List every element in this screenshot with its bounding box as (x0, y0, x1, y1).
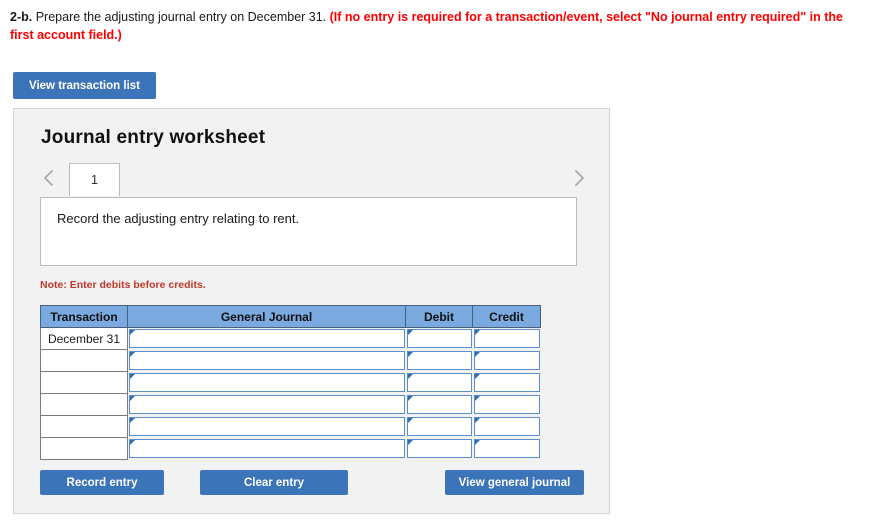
table-row: December 31 (40, 327, 541, 350)
debit-input-row-1[interactable] (405, 327, 473, 350)
worksheet-tab-1[interactable]: 1 (69, 163, 120, 196)
worksheet-tab-strip: 1 (14, 157, 611, 197)
transaction-date-cell (40, 371, 128, 394)
account-dropdown-2[interactable] (129, 351, 405, 370)
credit-input-row-6[interactable] (472, 437, 541, 460)
chevron-right-icon[interactable] (570, 167, 588, 189)
instruction-text: Record the adjusting entry relating to r… (57, 211, 300, 226)
debit-field-6[interactable] (406, 439, 472, 458)
general-journal-account-select-row-3[interactable] (127, 371, 406, 394)
column-header-credit: Credit (472, 305, 541, 328)
debit-field-5[interactable] (406, 417, 472, 436)
view-transaction-list-button[interactable]: View transaction list (13, 72, 156, 99)
debit-input-row-3[interactable] (405, 371, 473, 394)
credit-field-2[interactable] (473, 351, 540, 370)
account-dropdown-5[interactable] (129, 417, 405, 436)
debit-field-2[interactable] (406, 351, 472, 370)
table-row (40, 349, 541, 372)
question-text: Prepare the adjusting journal entry on D… (32, 10, 330, 24)
debits-before-credits-note: Note: Enter debits before credits. (40, 279, 206, 291)
credit-field-3[interactable] (473, 373, 540, 392)
credit-field-6[interactable] (473, 439, 540, 458)
question-statement: 2-b. Prepare the adjusting journal entry… (10, 8, 860, 44)
credit-field-5[interactable] (473, 417, 540, 436)
credit-input-row-5[interactable] (472, 415, 541, 438)
credit-input-row-3[interactable] (472, 371, 541, 394)
chevron-left-icon[interactable] (40, 167, 58, 189)
debit-input-row-4[interactable] (405, 393, 473, 416)
credit-field-4[interactable] (473, 395, 540, 414)
credit-input-row-4[interactable] (472, 393, 541, 416)
debit-input-row-6[interactable] (405, 437, 473, 460)
credit-input-row-1[interactable] (472, 327, 541, 350)
transaction-date-cell (40, 437, 128, 460)
table-header-row: Transaction General Journal Debit Credit (40, 305, 541, 328)
view-general-journal-button[interactable]: View general journal (445, 470, 584, 495)
transaction-date-cell (40, 415, 128, 438)
clear-entry-button[interactable]: Clear entry (200, 470, 348, 495)
general-journal-account-select-row-4[interactable] (127, 393, 406, 416)
table-row (40, 415, 541, 438)
debit-field-4[interactable] (406, 395, 472, 414)
debit-input-row-5[interactable] (405, 415, 473, 438)
table-row (40, 371, 541, 394)
journal-entry-worksheet-panel: Journal entry worksheet 1 Record the adj… (13, 108, 610, 514)
credit-input-row-2[interactable] (472, 349, 541, 372)
general-journal-account-select-row-6[interactable] (127, 437, 406, 460)
account-dropdown-1[interactable] (129, 329, 405, 349)
debit-input-row-2[interactable] (405, 349, 473, 372)
debit-field-1[interactable] (406, 329, 472, 349)
instruction-box: Record the adjusting entry relating to r… (40, 197, 577, 266)
column-header-debit: Debit (405, 305, 473, 328)
table-row (40, 437, 541, 460)
transaction-date-cell (40, 393, 128, 416)
column-header-general-journal: General Journal (127, 305, 406, 328)
account-dropdown-6[interactable] (129, 439, 405, 458)
transaction-date-cell: December 31 (40, 327, 128, 350)
worksheet-title: Journal entry worksheet (41, 127, 266, 148)
account-dropdown-3[interactable] (129, 373, 405, 392)
account-dropdown-4[interactable] (129, 395, 405, 414)
record-entry-button[interactable]: Record entry (40, 470, 164, 495)
journal-entry-table: Transaction General Journal Debit Credit… (40, 305, 541, 460)
journal-table-body: December 31 (40, 327, 541, 460)
debit-field-3[interactable] (406, 373, 472, 392)
general-journal-account-select-row-2[interactable] (127, 349, 406, 372)
column-header-transaction: Transaction (40, 305, 128, 328)
credit-field-1[interactable] (473, 329, 540, 349)
general-journal-account-select-row-1[interactable] (127, 327, 406, 350)
question-label: 2-b. (10, 10, 33, 24)
table-row (40, 393, 541, 416)
transaction-date-cell (40, 349, 128, 372)
general-journal-account-select-row-5[interactable] (127, 415, 406, 438)
